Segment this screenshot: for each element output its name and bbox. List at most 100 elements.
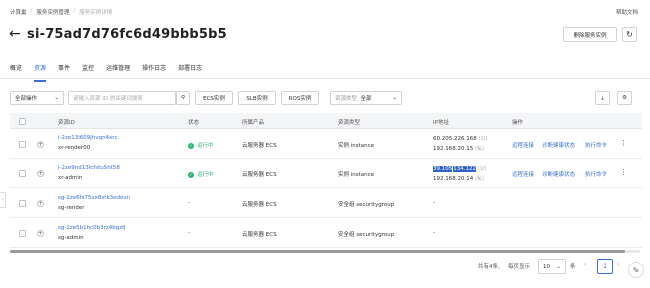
status-badge: ✓ 运行中 bbox=[188, 171, 214, 178]
tab-bar: 概览 资源 事件 监控 运维管理 操作日志 部署日志 bbox=[10, 63, 214, 82]
tab-ops-management[interactable]: 运维管理 bbox=[106, 63, 130, 82]
more-actions-icon[interactable]: ⋮ bbox=[620, 168, 627, 176]
column-header-resource-id: 资源ID bbox=[58, 120, 75, 126]
remote-connect-link[interactable]: 远程连接 bbox=[512, 170, 534, 178]
per-page-select[interactable]: 10 ⌄ bbox=[538, 259, 566, 274]
side-collapse-icon[interactable]: ‹ bbox=[0, 192, 6, 208]
resource-id-link[interactable]: i-2ze13i609jhvqn4xrc bbox=[58, 135, 117, 141]
per-page-unit: 条 bbox=[570, 264, 576, 270]
chevron-down-icon: ⌄ bbox=[54, 95, 59, 101]
horizontal-scrollbar-thumb[interactable] bbox=[10, 250, 625, 253]
ip-cell: - bbox=[433, 230, 435, 236]
resource-type-cell: 安全组 securitygroup bbox=[338, 202, 395, 208]
tab-resources[interactable]: 资源 bbox=[34, 63, 47, 82]
page-title: si-75ad7d76fc6d49bbb5b5 bbox=[27, 27, 227, 42]
resource-id-link[interactable]: sg-2ze6fs75vx8stk3edovn bbox=[58, 195, 130, 201]
expand-row-icon[interactable]: + bbox=[37, 141, 44, 148]
breadcrumb-item[interactable]: 计算巢 bbox=[10, 8, 27, 16]
breadcrumb: 计算巢 / 服务实例管理 / 服务实例详情 bbox=[10, 8, 112, 16]
resource-type-cell: 安全组 securitygroup bbox=[338, 232, 395, 238]
public-ip: 39.105134.122 (公) bbox=[433, 166, 487, 172]
table-row bbox=[10, 188, 642, 218]
prev-page-icon[interactable]: ‹ bbox=[584, 261, 586, 276]
filter-slb-button[interactable]: SLB实例 bbox=[238, 91, 276, 105]
refresh-icon[interactable]: ↻ bbox=[622, 27, 637, 42]
table-header bbox=[10, 113, 642, 129]
resource-name: xr-admin bbox=[58, 175, 83, 181]
settings-icon[interactable]: ⚙ bbox=[617, 91, 632, 105]
status-cell: - bbox=[188, 230, 190, 236]
filter-ecs-button[interactable]: ECS实例 bbox=[195, 91, 233, 105]
product-cell: 云服务器 ECS bbox=[242, 232, 277, 238]
total-count: 共有4条, bbox=[478, 264, 500, 270]
per-page-value: 10 bbox=[543, 263, 550, 270]
row-checkbox[interactable] bbox=[19, 230, 26, 237]
expand-row-icon[interactable]: + bbox=[37, 170, 44, 177]
ip-cell: - bbox=[433, 200, 435, 206]
help-docs-link[interactable]: 帮助文档 bbox=[616, 8, 638, 16]
delete-instance-button[interactable]: 删除服务实例 bbox=[563, 27, 617, 42]
search-placeholder: 请输入资源 ID 的关键词搜索 bbox=[73, 96, 143, 102]
page-number-button[interactable]: 1 bbox=[597, 259, 613, 274]
tab-divider bbox=[0, 78, 650, 79]
tab-events[interactable]: 事件 bbox=[58, 63, 70, 82]
resource-type-cell: 实例 instance bbox=[338, 143, 375, 149]
edit-icon[interactable]: ✎ bbox=[628, 262, 644, 278]
row-checkbox[interactable] bbox=[19, 141, 26, 148]
resource-name: sg-render bbox=[58, 205, 85, 211]
row-checkbox[interactable] bbox=[19, 200, 26, 207]
public-ip: 60.205.226.168 (公) bbox=[433, 136, 488, 142]
expand-row-icon[interactable]: + bbox=[37, 200, 44, 207]
more-actions-icon[interactable]: ⋮ bbox=[620, 139, 627, 147]
column-header-product: 所属产品 bbox=[242, 120, 265, 126]
column-header-ip: IP地址 bbox=[433, 120, 449, 126]
remote-connect-link[interactable]: 远程连接 bbox=[512, 141, 534, 149]
per-page-label: 每页显示 bbox=[508, 264, 531, 270]
next-page-icon[interactable]: › bbox=[617, 261, 619, 276]
private-ip: 192.168.20.15 (私) bbox=[433, 146, 484, 152]
column-header-status: 状态 bbox=[188, 120, 200, 126]
resource-id-link[interactable]: i-2ze9nd13lcfstu5ht58 bbox=[58, 165, 120, 171]
back-arrow-icon[interactable]: ← bbox=[9, 26, 21, 42]
operations-select-value: 全部操作 bbox=[15, 96, 38, 102]
resource-id-link[interactable]: sg-2ze5b1hc0b3rz4bgzfj bbox=[58, 225, 126, 231]
chevron-down-icon: ⌄ bbox=[556, 263, 561, 270]
diagnose-health-link[interactable]: 诊断健康状态 bbox=[542, 141, 575, 149]
diagnose-health-link[interactable]: 诊断健康状态 bbox=[542, 170, 575, 178]
product-cell: 云服务器 ECS bbox=[242, 172, 277, 178]
private-ip: 192.168.20.14 (私) bbox=[433, 176, 484, 182]
search-input[interactable]: 请输入资源 ID 的关键词搜索 bbox=[68, 91, 176, 105]
filter-ros-button[interactable]: ROS实例 bbox=[281, 91, 319, 105]
resource-name: xr-render00 bbox=[58, 145, 91, 151]
search-icon[interactable]: ⚲ bbox=[176, 91, 190, 105]
run-command-link[interactable]: 执行命令 bbox=[585, 141, 607, 149]
resource-type-select[interactable]: 资源类型 全部 ⌄ bbox=[330, 91, 402, 105]
breadcrumb-separator: / bbox=[30, 8, 33, 14]
resource-type-value: 全部 bbox=[360, 96, 372, 102]
check-icon: ✓ bbox=[188, 142, 194, 149]
resource-type-label: 资源类型 bbox=[335, 96, 358, 102]
chevron-down-icon: ⌄ bbox=[392, 95, 397, 101]
column-header-actions: 操作 bbox=[512, 120, 524, 126]
run-command-link[interactable]: 执行命令 bbox=[585, 170, 607, 178]
row-checkbox[interactable] bbox=[19, 170, 26, 177]
product-cell: 云服务器 ECS bbox=[242, 202, 277, 208]
select-all-checkbox[interactable] bbox=[19, 118, 26, 125]
product-cell: 云服务器 ECS bbox=[242, 143, 277, 149]
tab-overview[interactable]: 概览 bbox=[10, 63, 22, 82]
table-row bbox=[10, 218, 642, 248]
download-icon[interactable]: ⤓ bbox=[595, 91, 610, 105]
operations-select[interactable]: 全部操作 ⌄ bbox=[10, 91, 64, 105]
status-cell: - bbox=[188, 200, 190, 206]
tab-operation-log[interactable]: 操作日志 bbox=[142, 63, 166, 82]
expand-row-icon[interactable]: + bbox=[37, 230, 44, 237]
status-badge: ✓ 运行中 bbox=[188, 142, 214, 149]
check-icon: ✓ bbox=[188, 171, 194, 178]
breadcrumb-item[interactable]: 服务实例管理 bbox=[36, 8, 69, 16]
tab-monitoring[interactable]: 监控 bbox=[82, 63, 94, 82]
resource-name: sg-admin bbox=[58, 235, 84, 241]
tab-deploy-log[interactable]: 部署日志 bbox=[178, 63, 202, 82]
breadcrumb-current: 服务实例详情 bbox=[79, 10, 113, 16]
column-header-resource-type: 资源类型 bbox=[338, 120, 361, 126]
resource-type-cell: 实例 instance bbox=[338, 172, 375, 178]
